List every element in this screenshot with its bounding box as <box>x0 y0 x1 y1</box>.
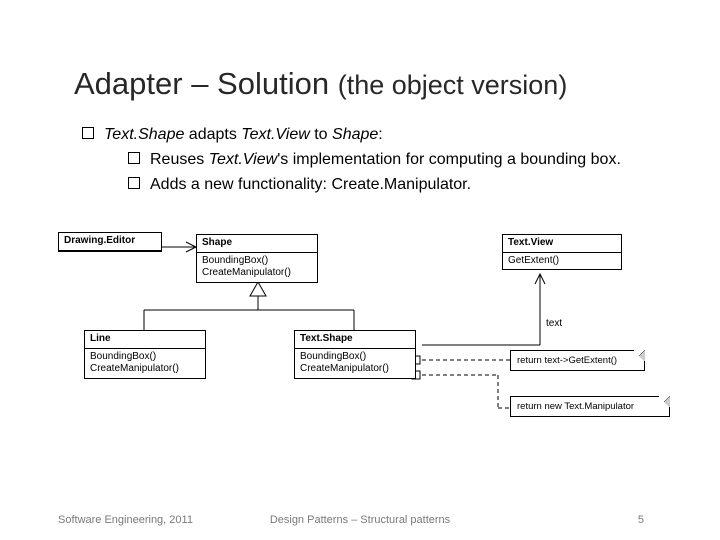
slide-title: Adapter – Solution (the object version) <box>74 66 567 102</box>
checkbox-icon <box>128 177 140 189</box>
title-sub: Solution <box>217 66 329 101</box>
class-drawing-editor: Drawing.Editor <box>59 233 161 251</box>
bullet-1-text-a: Text.Shape <box>104 126 184 143</box>
textshape-m1: BoundingBox() <box>300 351 410 364</box>
title-dash: – <box>183 66 217 101</box>
bullet-1-text-d: to <box>310 126 332 143</box>
sub1-b: Text.View <box>209 151 277 168</box>
title-main: Adapter <box>74 66 183 101</box>
bullet-list: Text.Shape adapts Text.View to Shape: Re… <box>82 124 642 195</box>
checkbox-icon <box>82 127 94 139</box>
note-1: return text->GetExtent() <box>517 355 617 366</box>
textshape-m2: CreateManipulator() <box>300 363 410 376</box>
shape-m2: CreateManipulator() <box>202 267 312 280</box>
class-shape: Shape <box>197 235 317 253</box>
line-m1: BoundingBox() <box>90 351 200 364</box>
sub1-c: 's implementation for computing a boundi… <box>277 151 621 168</box>
sub-bullet-2: Adds a new functionality: Create.Manipul… <box>104 174 621 195</box>
bullet-1-text-c: Text.View <box>241 126 309 143</box>
line-m2: CreateManipulator() <box>90 363 200 376</box>
bullet-1-text-b: adapts <box>184 126 241 143</box>
note-2: return new Text.Manipulator <box>517 401 634 412</box>
bullet-1: Text.Shape adapts Text.View to Shape: Re… <box>82 124 642 195</box>
bullet-1-text-f: : <box>378 126 382 143</box>
checkbox-icon <box>128 152 140 164</box>
textview-m1: GetExtent() <box>508 255 616 268</box>
sub1-a: Reuses <box>150 151 209 168</box>
class-line: Line <box>85 331 205 349</box>
sub2-text: Adds a new functionality: Create.Manipul… <box>150 174 471 195</box>
bullet-1-text-e: Shape <box>332 126 378 143</box>
shape-m1: BoundingBox() <box>202 255 312 268</box>
slide: Adapter – Solution (the object version) … <box>0 0 720 540</box>
sub-bullet-1: Reuses Text.View's implementation for co… <box>104 149 621 170</box>
class-text-shape: Text.Shape <box>295 331 415 349</box>
note-fold-icon <box>658 396 670 408</box>
assoc-label-text: text <box>546 318 562 329</box>
note-fold-icon <box>633 350 645 362</box>
title-paren: (the object version) <box>338 70 568 100</box>
class-text-view: Text.View <box>503 235 621 253</box>
footer-page-number: 5 <box>638 514 644 526</box>
footer-center: Design Patterns – Structural patterns <box>0 514 720 526</box>
